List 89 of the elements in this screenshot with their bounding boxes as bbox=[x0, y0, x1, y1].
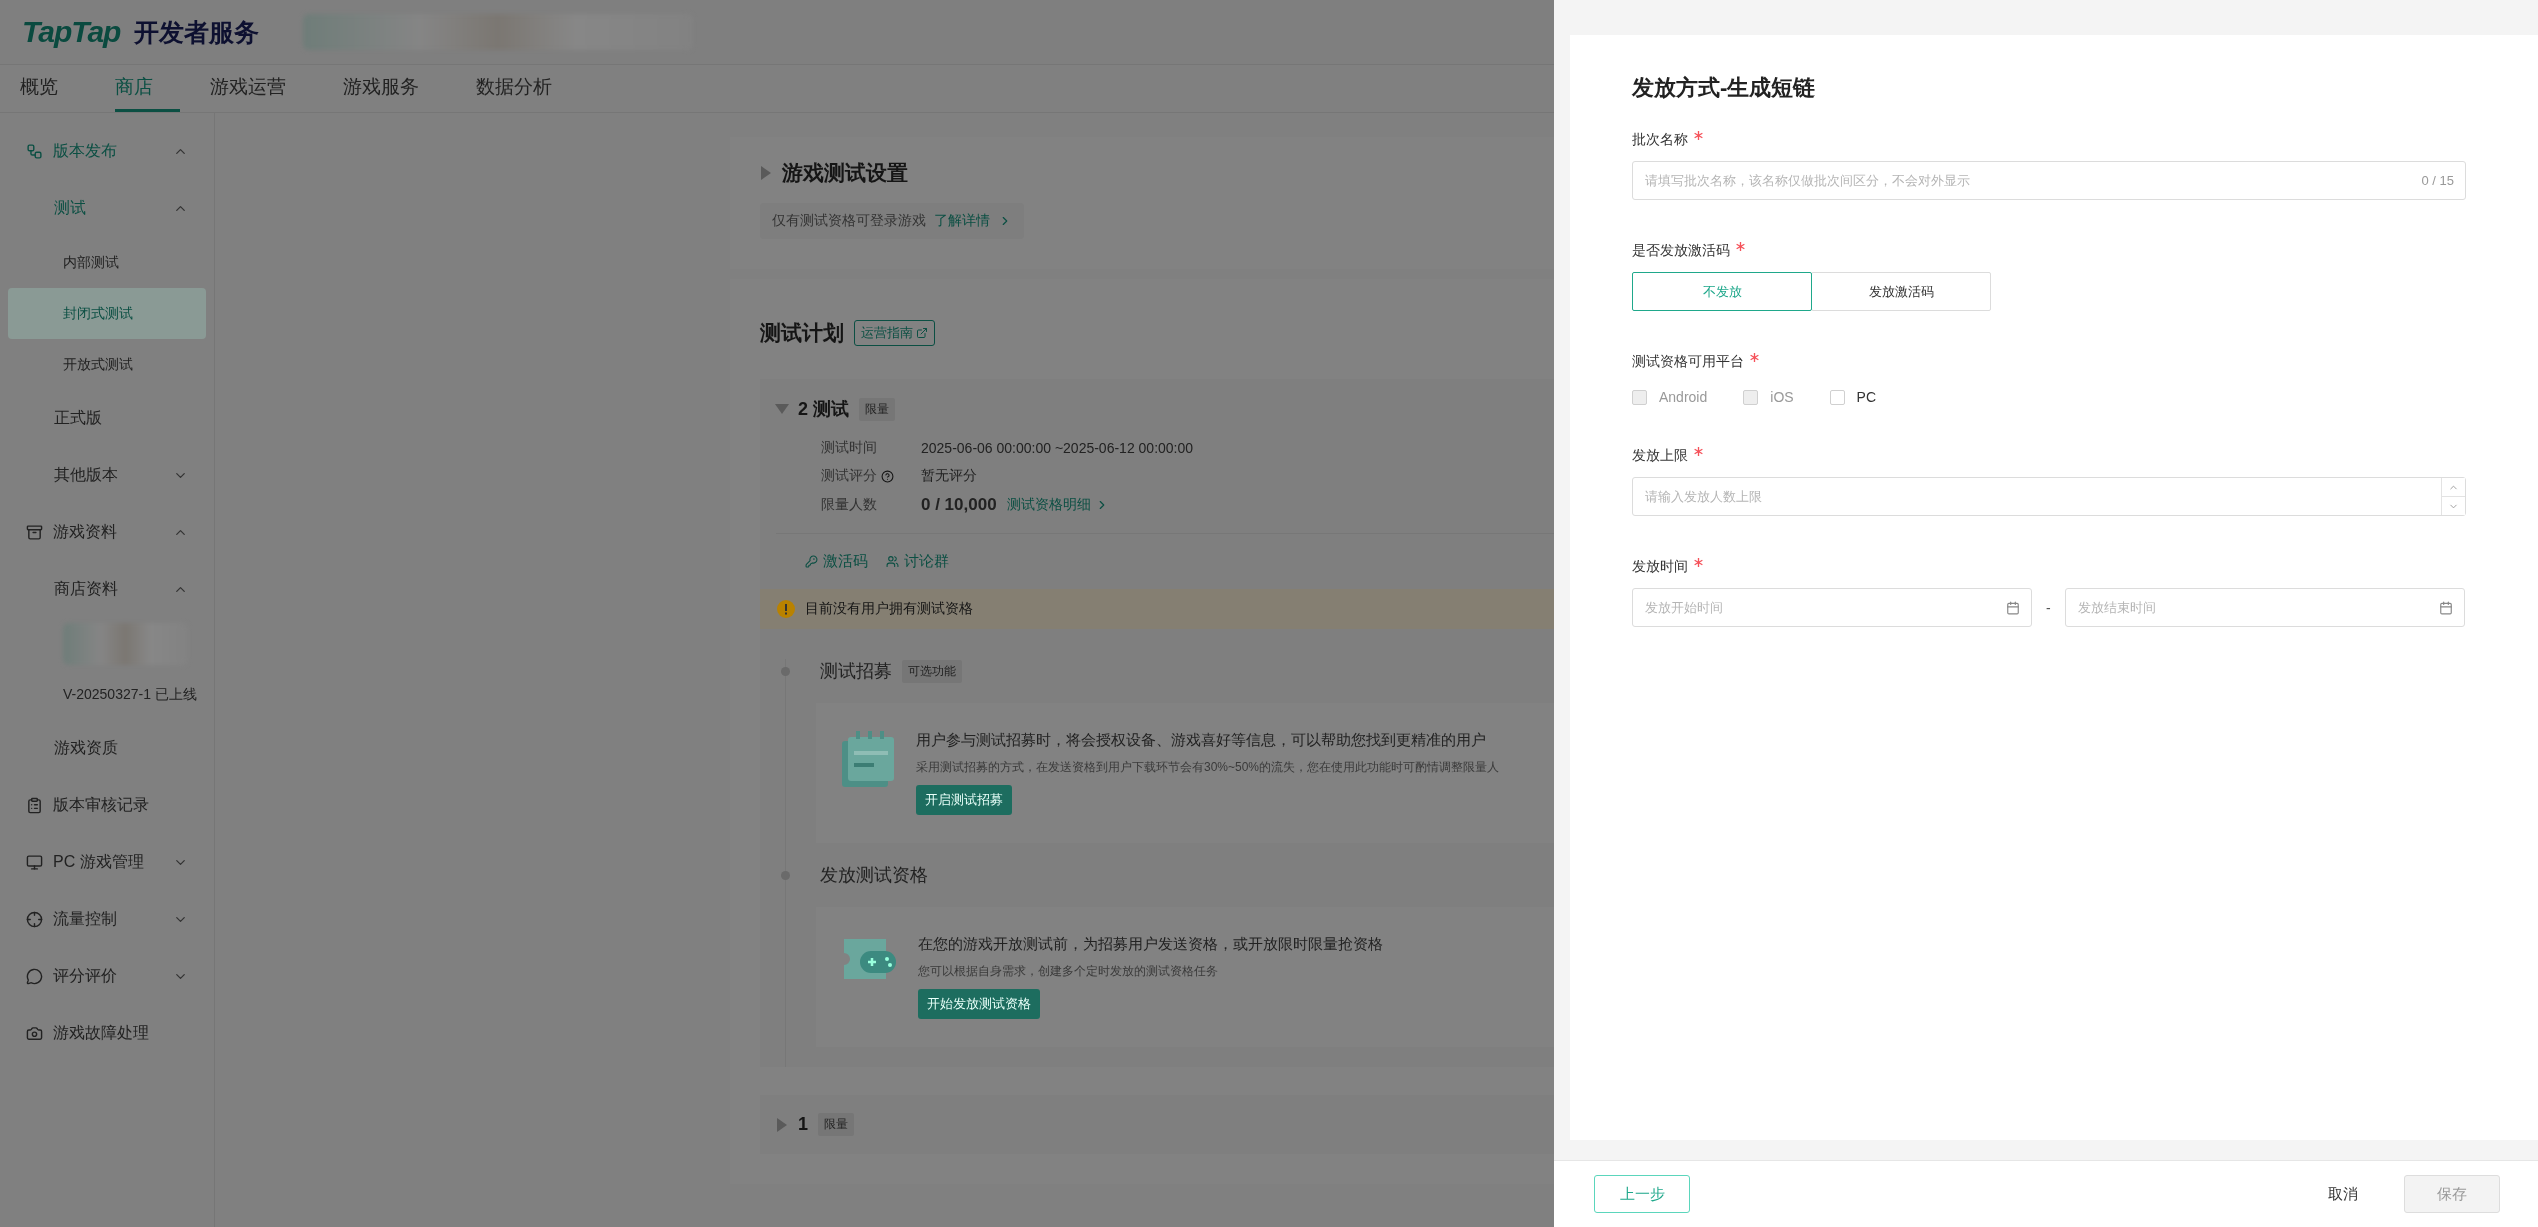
crosshair-icon bbox=[26, 911, 43, 928]
step-description: 您可以根据自身需求，创建多个定时发放的测试资格任务 bbox=[918, 963, 1218, 980]
sidebar-item[interactable]: 正式版 bbox=[8, 390, 206, 447]
caret-icon[interactable] bbox=[776, 1117, 788, 1132]
sidebar-item[interactable]: 流量控制 bbox=[8, 891, 206, 948]
action-link[interactable]: 讨论群 bbox=[904, 552, 949, 571]
sidebar-item[interactable]: 开放式测试 bbox=[8, 339, 206, 390]
sidebar-item[interactable]: 游戏资料 bbox=[8, 504, 206, 561]
range-separator: - bbox=[2046, 599, 2051, 616]
cancel-button[interactable]: 取消 bbox=[2322, 1183, 2364, 1205]
caret-icon[interactable] bbox=[760, 166, 772, 180]
sidebar-item[interactable]: 其他版本 bbox=[8, 447, 206, 504]
notepad-icon bbox=[842, 731, 896, 789]
caret-icon[interactable] bbox=[775, 403, 789, 415]
product-name: 开发者服务 bbox=[134, 16, 260, 48]
nav-tab[interactable]: 游戏运营 bbox=[210, 65, 313, 112]
tag: 限量 bbox=[859, 397, 895, 421]
section-title: 游戏测试设置 bbox=[782, 160, 908, 186]
details-link[interactable]: 测试资格明细 bbox=[1006, 496, 1091, 514]
field-label: 是否发放激活码 bbox=[1632, 242, 1730, 260]
back-button[interactable]: 上一步 bbox=[1594, 1175, 1690, 1213]
segment-option[interactable]: 不发放 bbox=[1632, 272, 1812, 311]
decrement-button[interactable] bbox=[2442, 496, 2465, 515]
nav-tab[interactable]: 概览 bbox=[20, 65, 85, 112]
number-field[interactable]: 请输入发放人数上限 bbox=[1632, 477, 2466, 516]
step-description: 采用测试招募的方式，在发送资格到用户下载环节会有30%~50%的流失，您在使用此功能时可酌情调整限量人 bbox=[916, 759, 1500, 776]
flow-icon bbox=[26, 143, 43, 160]
section-title: 测试计划 bbox=[760, 320, 844, 346]
details-link[interactable]: 了解详情 bbox=[934, 212, 990, 230]
warning-icon bbox=[777, 600, 795, 618]
sidebar-item[interactable]: 内部测试 bbox=[8, 237, 206, 288]
camera-icon bbox=[26, 1025, 43, 1042]
drawer-title: 发放方式-生成短链 bbox=[1632, 74, 1817, 102]
field-label: 测试时间 bbox=[821, 439, 877, 457]
alert-text: 目前没有用户拥有测试资格 bbox=[805, 600, 973, 618]
field-label: 发放时间 bbox=[1632, 558, 1688, 576]
calendar-icon bbox=[2006, 600, 2020, 615]
step-title: 发放测试资格 bbox=[820, 864, 928, 887]
sidebar-item[interactable]: 封闭式测试 bbox=[8, 288, 206, 339]
step-title: 测试招募 bbox=[820, 660, 892, 683]
field-value: 暂无评分 bbox=[921, 467, 977, 485]
sidebar-item[interactable]: 游戏故障处理 bbox=[8, 1005, 206, 1062]
field-label: 测试评分 bbox=[821, 467, 877, 485]
step-headline: 用户参与测试招募时，将会授权设备、游戏喜好等信息，可以帮助您找到更精准的用户 bbox=[916, 731, 1486, 750]
date-field[interactable]: 发放开始时间 bbox=[1632, 588, 2032, 627]
external-link-icon bbox=[916, 327, 928, 339]
logo: TapTap bbox=[22, 15, 121, 49]
field-label: 限量人数 bbox=[821, 496, 877, 514]
checkbox-label: PC bbox=[1856, 389, 1877, 405]
date-field[interactable]: 发放结束时间 bbox=[2064, 588, 2465, 627]
checkbox-label: iOS bbox=[1770, 389, 1794, 405]
nav-tab[interactable]: 游戏服务 bbox=[343, 65, 446, 112]
sidebar-item[interactable]: 评分评价 bbox=[8, 948, 206, 1005]
step-headline: 在您的游戏开放测试前，为招募用户发送资格，或开放限时限量抢资格 bbox=[918, 935, 1383, 954]
segment-option[interactable]: 发放激活码 bbox=[1811, 272, 1991, 311]
calendar-icon bbox=[2438, 600, 2453, 615]
note-text: 仅有测试资格可登录游戏 bbox=[772, 212, 926, 230]
sidebar-item[interactable]: PC 游戏管理 bbox=[8, 834, 206, 891]
action-link[interactable]: 激活码 bbox=[823, 552, 868, 571]
nav-tab[interactable]: 数据分析 bbox=[476, 65, 579, 112]
sidebar-item[interactable]: 版本审核记录 bbox=[8, 777, 206, 834]
field-label: 批次名称 bbox=[1632, 131, 1688, 149]
char-counter: 0 / 15 bbox=[2421, 173, 2454, 188]
clipboard-icon bbox=[26, 797, 43, 814]
checkbox[interactable] bbox=[1829, 389, 1845, 405]
step-button[interactable]: 开始发放测试资格 bbox=[918, 989, 1040, 1019]
tag: 可选功能 bbox=[902, 659, 962, 683]
sidebar-item[interactable]: V-20250327-1 已上线 bbox=[8, 669, 206, 720]
field-label: 发放上限 bbox=[1632, 447, 1688, 465]
field-label: 测试资格可用平台 bbox=[1632, 353, 1744, 371]
monitor-icon bbox=[26, 854, 43, 871]
step-button[interactable]: 开启测试招募 bbox=[916, 785, 1012, 815]
field-value: 0 / 10,000 bbox=[921, 495, 997, 515]
sidebar-item[interactable]: 测试 bbox=[8, 180, 206, 237]
archive-icon bbox=[26, 524, 43, 541]
chat-icon bbox=[26, 968, 43, 985]
sidebar-item[interactable]: 游戏资质 bbox=[8, 720, 206, 777]
checkbox-label: Android bbox=[1659, 389, 1708, 405]
sidebar-item[interactable]: 商店资料 bbox=[8, 561, 206, 618]
guide-link[interactable]: 运营指南 bbox=[854, 320, 935, 346]
batch-name: 2 测试 bbox=[798, 398, 849, 421]
users-icon bbox=[886, 555, 899, 568]
field-value: 2025-06-06 00:00:00 ~2025-06-12 00:00:00 bbox=[921, 440, 1194, 456]
sidebar-item[interactable]: 版本发布 bbox=[8, 123, 206, 180]
nav-tab[interactable]: 商店 bbox=[115, 65, 180, 112]
batch-name: 1 bbox=[798, 1114, 808, 1135]
help-icon[interactable] bbox=[881, 469, 894, 483]
tag: 限量 bbox=[818, 1113, 854, 1136]
key-icon bbox=[805, 555, 818, 568]
